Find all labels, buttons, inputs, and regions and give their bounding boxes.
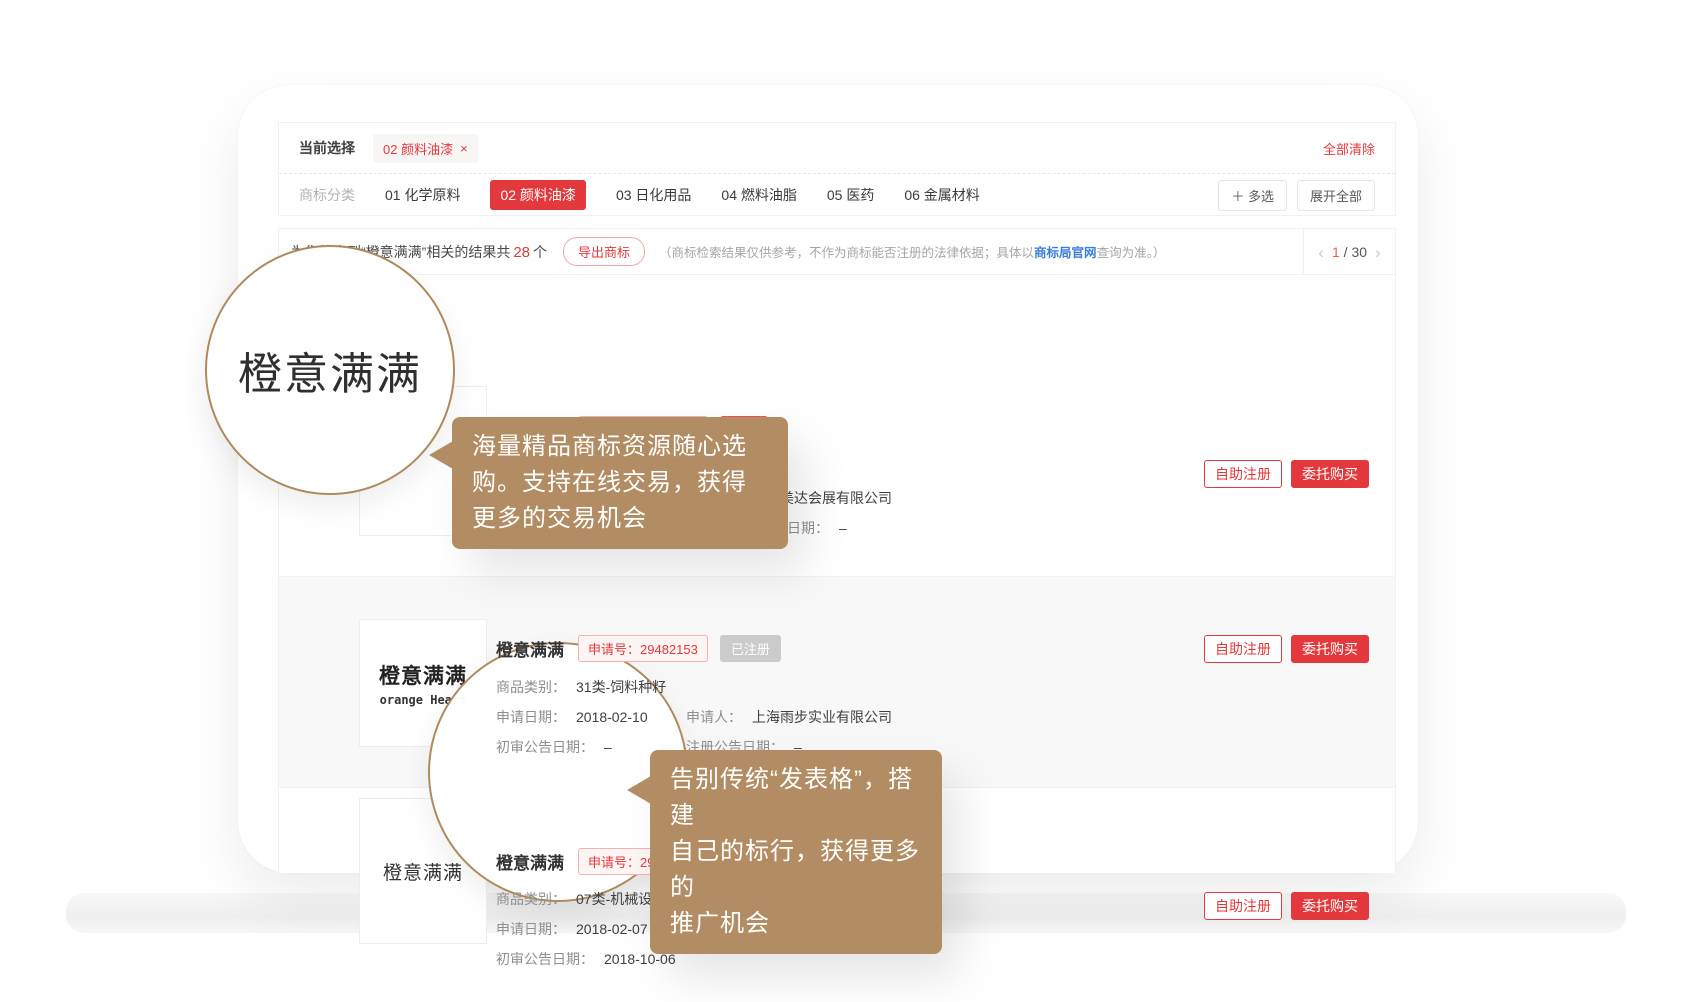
app-no-label: 申请号： bbox=[588, 855, 640, 870]
first-notice-label: 初审公告日期： bbox=[496, 739, 594, 755]
disclaimer-text: （商标检索结果仅供参考，不作为商标能否注册的法律依据；具体以商标局官网查询为准。… bbox=[659, 242, 1165, 261]
category-row: 商标分类 01 化学原料 02 颜料油漆 03 日化用品 04 燃料油脂 05 … bbox=[279, 174, 1395, 216]
reg-notice-value: – bbox=[839, 520, 847, 536]
multi-select-button[interactable]: ＋ 多选 bbox=[1218, 180, 1287, 211]
first-notice-label: 初审公告日期： bbox=[496, 951, 594, 967]
application-number-tag: 申请号：29482153 bbox=[578, 635, 708, 662]
tooltip-arrow-left-icon bbox=[627, 776, 651, 804]
trademark-image-cn: 橙意满满 bbox=[379, 660, 467, 690]
results-unit: 个 bbox=[533, 244, 547, 260]
category-tab-05[interactable]: 05 医药 bbox=[827, 185, 874, 205]
disclaimer-pre: （商标检索结果仅供参考，不作为商标能否注册的法律依据；具体以 bbox=[659, 246, 1034, 260]
tooltip-arrow-left-icon bbox=[429, 441, 453, 469]
goods-class-label: 商品类别： bbox=[496, 891, 566, 907]
category-tab-02-selected[interactable]: 02 颜料油漆 bbox=[490, 180, 585, 210]
tooltip-line: 自己的标行，获得更多的 bbox=[670, 834, 922, 906]
category-tab-01[interactable]: 01 化学原料 bbox=[385, 185, 460, 205]
filter-panel: 当前选择 02 颜料油漆 × 全部清除 商标分类 01 化学原料 02 颜料油漆… bbox=[278, 122, 1396, 216]
goods-class-label: 商品类别： bbox=[496, 679, 566, 695]
self-register-button[interactable]: 自助注册 bbox=[1204, 635, 1282, 663]
tooltip-line: 告别传统“发表格”，搭建 bbox=[670, 762, 922, 834]
trademark-name: 橙意满满 bbox=[496, 849, 564, 874]
magnified-trademark-text: 橙意满满 bbox=[238, 338, 422, 402]
results-header: 为您检索到“橙意满满”相关的结果共28个 导出商标 （商标检索结果仅供参考，不作… bbox=[279, 229, 1395, 275]
category-tab-06[interactable]: 06 金属材料 bbox=[904, 185, 979, 205]
next-page-icon[interactable]: › bbox=[1375, 244, 1381, 261]
apply-date-label: 申请日期： bbox=[496, 709, 566, 725]
apply-date-label: 申请日期： bbox=[496, 921, 566, 937]
selected-filter-tag: 02 颜料油漆 × bbox=[373, 134, 478, 163]
current-selection-label: 当前选择 bbox=[299, 138, 355, 158]
applicant-value: 上海雨步实业有限公司 bbox=[752, 709, 892, 725]
clear-all-link[interactable]: 全部清除 bbox=[1323, 139, 1375, 158]
remove-filter-icon[interactable]: × bbox=[460, 141, 468, 156]
export-trademark-button[interactable]: 导出商标 bbox=[563, 237, 645, 266]
entrust-buy-button[interactable]: 委托购买 bbox=[1291, 892, 1369, 920]
self-register-button[interactable]: 自助注册 bbox=[1204, 460, 1282, 488]
app-no-label: 申请号： bbox=[588, 642, 640, 657]
current-page: 1 bbox=[1332, 244, 1340, 260]
pagination: ‹ 1 / 30 › bbox=[1303, 229, 1395, 275]
disclaimer-post: 查询为准。） bbox=[1097, 246, 1166, 260]
tooltip-line: 海量精品商标资源随心选 bbox=[472, 429, 768, 465]
trademark-office-link[interactable]: 商标局官网 bbox=[1034, 246, 1097, 260]
page-separator: / bbox=[1344, 244, 1348, 260]
expand-all-button[interactable]: 展开全部 bbox=[1297, 180, 1375, 211]
prev-page-icon[interactable]: ‹ bbox=[1318, 244, 1324, 261]
page-indicator: 1 / 30 bbox=[1332, 244, 1367, 260]
tooltip-line: 购。支持在线交易，获得 bbox=[472, 465, 768, 501]
results-count: 28 bbox=[513, 244, 530, 261]
page: 当前选择 02 颜料油漆 × 全部清除 商标分类 01 化学原料 02 颜料油漆… bbox=[0, 0, 1696, 1002]
tooltip-marketplace: 海量精品商标资源随心选 购。支持在线交易，获得 更多的交易机会 bbox=[452, 417, 788, 549]
total-pages: 30 bbox=[1351, 244, 1367, 260]
row-2-content: 橙意满满 申请号：29482153 已注册 商品类别： 31类-饲料种籽 申请日期… bbox=[496, 635, 781, 757]
goods-class-value: 31类-饲料种籽 bbox=[576, 679, 666, 695]
apply-date-value: 2018-02-07 bbox=[576, 921, 648, 937]
tooltip-line: 更多的交易机会 bbox=[472, 501, 768, 537]
category-tab-03[interactable]: 03 日化用品 bbox=[616, 185, 691, 205]
self-register-button[interactable]: 自助注册 bbox=[1204, 892, 1282, 920]
trademark-image-cn: 橙意满满 bbox=[383, 858, 463, 885]
entrust-buy-button[interactable]: 委托购买 bbox=[1291, 635, 1369, 663]
category-tab-04[interactable]: 04 燃料油脂 bbox=[721, 185, 796, 205]
category-row-label: 商标分类 bbox=[299, 185, 355, 205]
first-notice-value: – bbox=[604, 739, 612, 755]
magnifier-lens-1: 橙意满满 bbox=[205, 245, 455, 495]
applicant-label: 申请人： bbox=[686, 709, 742, 725]
filter-tag-label: 02 颜料油漆 bbox=[383, 139, 453, 158]
tooltip-line: 推广机会 bbox=[670, 906, 922, 942]
status-badge-registered: 已注册 bbox=[720, 635, 781, 662]
apply-date-value: 2018-02-10 bbox=[576, 709, 648, 725]
current-selection-row: 当前选择 02 颜料油漆 × 全部清除 bbox=[279, 123, 1395, 173]
app-no-value: 29482153 bbox=[640, 642, 698, 657]
tooltip-promotion: 告别传统“发表格”，搭建 自己的标行，获得更多的 推广机会 bbox=[650, 750, 942, 954]
trademark-name: 橙意满满 bbox=[496, 636, 564, 661]
entrust-buy-button[interactable]: 委托购买 bbox=[1291, 460, 1369, 488]
